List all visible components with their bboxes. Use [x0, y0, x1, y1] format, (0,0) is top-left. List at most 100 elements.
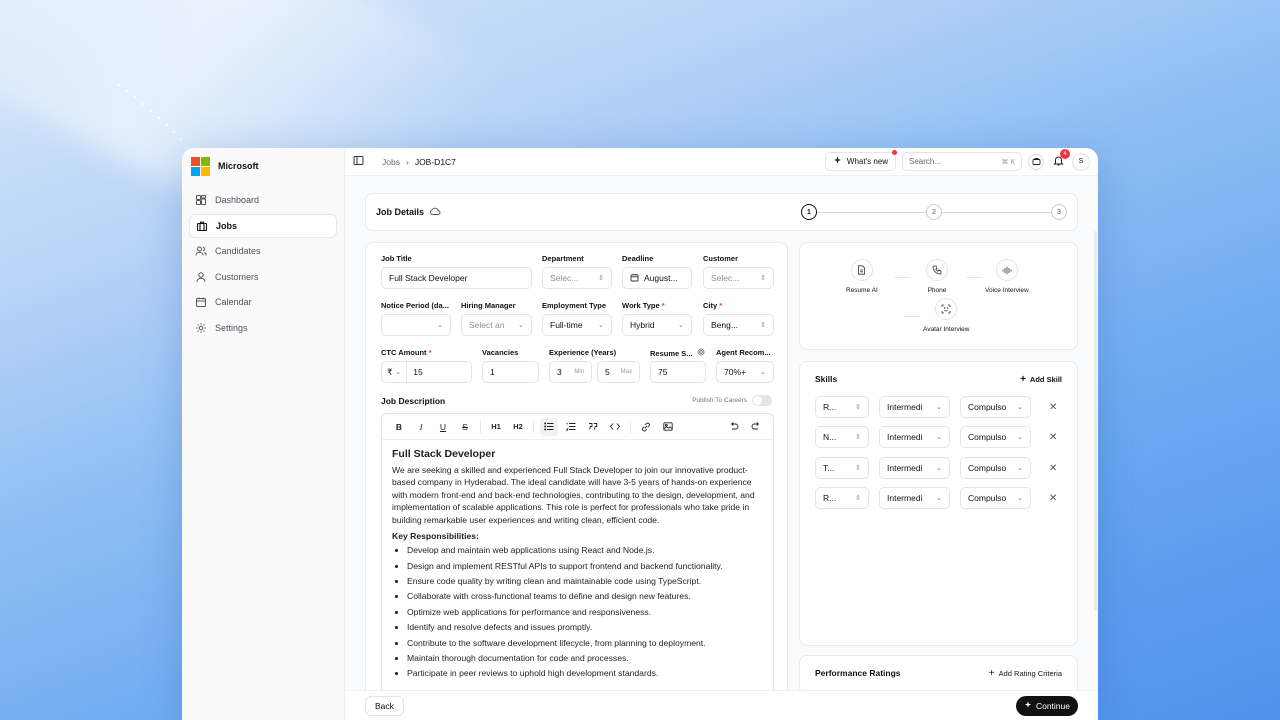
deadline-picker[interactable]: August... [622, 267, 692, 289]
department-value: Selec... [550, 273, 579, 283]
round-voice-interview[interactable]: Voice Interview [985, 259, 1029, 294]
avatar[interactable]: S [1072, 152, 1090, 171]
whats-new-label: What's new [846, 157, 888, 166]
agent-recommend-select[interactable]: 70%+ ⌄ [716, 361, 774, 383]
add-skill-button[interactable]: + Add Skill [1020, 374, 1062, 385]
chevron-down-icon: ⌄ [518, 322, 524, 329]
brand[interactable]: Microsoft [182, 148, 344, 184]
skill-name-select[interactable]: T... ⇳ [815, 457, 869, 479]
skill-requirement-select[interactable]: Compulso ⌄ [960, 487, 1031, 509]
publish-toggle[interactable] [752, 395, 772, 406]
chevron-updown-icon: ⇳ [855, 495, 861, 502]
vacancies-input[interactable]: 1 [482, 361, 539, 383]
close-icon[interactable]: ✕ [1049, 493, 1057, 504]
sidebar-item-settings[interactable]: Settings [189, 316, 337, 340]
chevron-down-icon: ⌄ [936, 434, 942, 441]
editor-intro-paragraph: We are seeking a skilled and experienced… [392, 464, 755, 525]
agent-recommend-label: Agent Recom... [716, 348, 771, 357]
skill-requirement-select[interactable]: Compulso ⌄ [960, 426, 1031, 448]
sidebar-item-jobs[interactable]: Jobs [189, 213, 337, 238]
skill-requirement-select[interactable]: Compulso ⌄ [960, 396, 1031, 418]
sidebar-item-label: Calendar [215, 297, 252, 307]
skill-level-value: Intermedi [887, 402, 923, 412]
skill-level-select[interactable]: Intermedi ⌄ [879, 426, 950, 448]
sidebar-item-candidates[interactable]: Candidates [189, 239, 337, 263]
underline-button[interactable]: U [434, 418, 452, 436]
ctc-amount-input[interactable]: ₹ ⌄ 15 [381, 361, 472, 383]
back-button[interactable]: Back [365, 695, 404, 716]
step-2[interactable]: 2 [926, 204, 942, 220]
currency-select[interactable]: ₹ ⌄ [387, 362, 408, 382]
strikethrough-button[interactable]: S [456, 418, 474, 436]
work-type-select[interactable]: Hybrid ⌄ [622, 314, 692, 336]
step-1[interactable]: 1 [801, 204, 817, 220]
quote-icon[interactable] [584, 418, 602, 436]
experience-min-input[interactable]: 3 Min [549, 361, 592, 383]
topbar: Jobs › JOB-D1C7 What's new Search... ⌘ K [345, 148, 1098, 176]
department-select[interactable]: Selec... ⇳ [542, 267, 612, 289]
image-icon[interactable] [659, 418, 677, 436]
responsibilities-heading: Key Responsibilities: [392, 530, 479, 541]
agent-recommend-value: 70%+ [724, 367, 746, 377]
customer-select[interactable]: Selec... ⇳ [703, 267, 774, 289]
search-input[interactable]: Search... ⌘ K [902, 152, 1022, 171]
italic-button[interactable]: I [412, 418, 430, 436]
chevron-updown-icon: ⇳ [760, 322, 766, 329]
hiring-manager-select[interactable]: Select an ⌄ [461, 314, 532, 336]
skill-requirement-select[interactable]: Compulso ⌄ [960, 457, 1031, 479]
required-marker: * [661, 301, 665, 310]
bold-button[interactable]: B [390, 418, 408, 436]
bullet-list-icon[interactable] [540, 417, 558, 436]
editor-content[interactable]: Full Stack Developer We are seeking a sk… [382, 440, 773, 691]
list-item: Contribute to the software development l… [407, 637, 763, 650]
employment-type-select[interactable]: Full-time ⌄ [542, 314, 612, 336]
close-icon[interactable]: ✕ [1049, 432, 1057, 443]
topbar-actions: What's new Search... ⌘ K 4 S [824, 148, 1090, 171]
notice-period-select[interactable]: ⌄ [381, 314, 451, 336]
skill-name-select[interactable]: R... ⇳ [815, 396, 869, 418]
sidebar-toggle-icon[interactable] [353, 155, 364, 168]
content-scrollbar[interactable] [1094, 176, 1098, 690]
scrollbar-thumb[interactable] [1094, 231, 1097, 611]
round-resume-ai[interactable]: Resume AI [846, 259, 878, 294]
job-title-input[interactable]: Full Stack Developer [381, 267, 532, 289]
sidebar-item-customers[interactable]: Customers [189, 265, 337, 289]
undo-icon[interactable] [725, 418, 743, 436]
heading-1-button[interactable]: H1 [487, 418, 505, 436]
ordered-list-icon[interactable] [562, 418, 580, 436]
skill-level-select[interactable]: Intermedi ⌄ [879, 457, 950, 479]
step-3[interactable]: 3 [1051, 204, 1067, 220]
deadline-label: Deadline [622, 254, 654, 263]
calendar-icon [195, 296, 207, 308]
close-icon[interactable]: ✕ [1049, 463, 1057, 474]
continue-button[interactable]: Continue [1015, 695, 1078, 716]
heading-2-button[interactable]: H2 [509, 418, 527, 436]
gear-icon[interactable] [697, 348, 705, 358]
skill-requirement-value: Compulso [968, 493, 1007, 503]
customers-icon [195, 271, 207, 283]
experience-max-input[interactable]: 5 Max [597, 361, 640, 383]
close-icon[interactable]: ✕ [1049, 402, 1057, 413]
notifications-button[interactable]: 4 [1050, 148, 1070, 170]
redo-icon[interactable] [747, 418, 765, 436]
skill-level-select[interactable]: Intermedi ⌄ [879, 396, 950, 418]
resume-score-input[interactable]: 75 [650, 361, 706, 383]
whats-new-button[interactable]: What's new [824, 150, 897, 171]
briefcase-status-button[interactable] [1028, 153, 1044, 170]
round-phone[interactable]: Phone [926, 259, 948, 294]
performance-title: Performance Ratings [815, 668, 901, 678]
work-type-label: Work Type * [622, 301, 665, 310]
skill-name-select[interactable]: N... ⇳ [815, 426, 869, 448]
round-avatar-interview[interactable]: Avatar Interview [923, 298, 969, 333]
skill-name-select[interactable]: R... ⇳ [815, 487, 869, 509]
rich-text-editor[interactable]: B I U S H1 H2 Full Stack Developer We ar… [381, 413, 774, 703]
code-icon[interactable] [606, 418, 624, 436]
skill-level-select[interactable]: Intermedi ⌄ [879, 487, 950, 509]
sidebar-item-calendar[interactable]: Calendar [189, 290, 337, 314]
sidebar-item-dashboard[interactable]: Dashboard [189, 188, 337, 212]
link-icon[interactable] [637, 418, 655, 436]
city-select[interactable]: Beng... ⇳ [703, 314, 774, 336]
add-rating-criteria-button[interactable]: + Add Rating Criteria [989, 668, 1062, 679]
breadcrumb-jobs-link[interactable]: Jobs [382, 157, 400, 167]
content-area: Job Details 1 2 3 Job Title Full Stack D… [345, 176, 1098, 703]
